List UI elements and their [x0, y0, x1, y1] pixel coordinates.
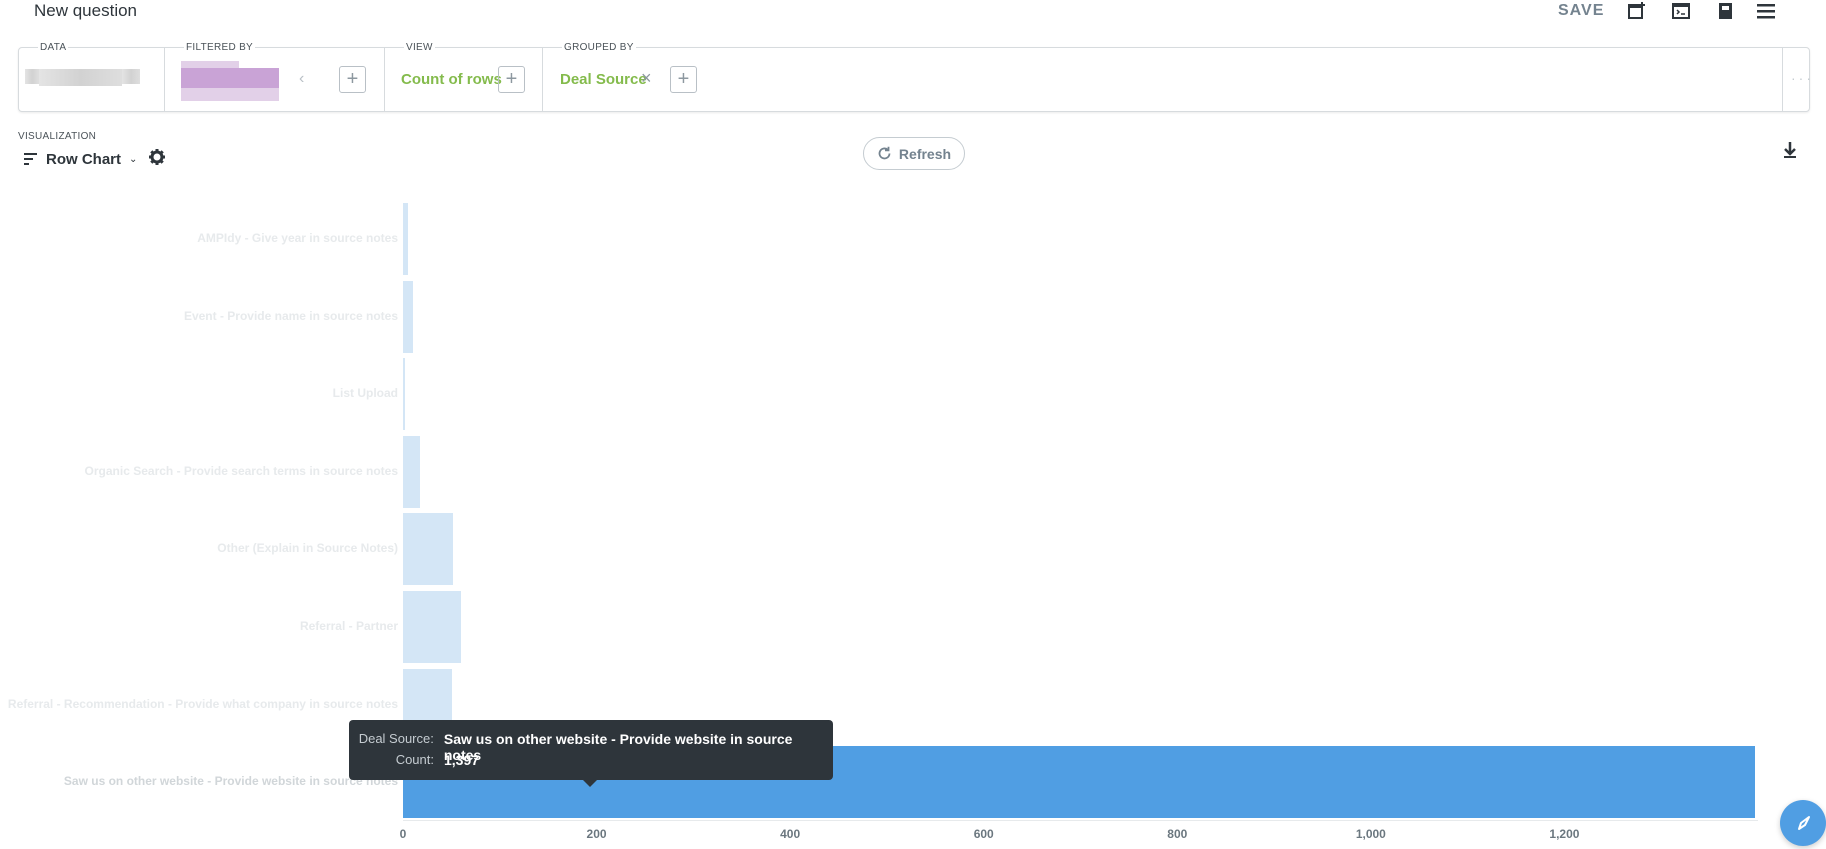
x-tick-label: 1,200 — [1549, 827, 1580, 841]
group-by-section-label: GROUPED BY — [562, 42, 636, 53]
x-tick-label: 400 — [780, 827, 801, 841]
category-label: Referral - Recommendation - Provide what… — [7, 696, 398, 711]
chart-bar[interactable] — [403, 203, 408, 275]
redacted-filter-pill[interactable] — [181, 68, 279, 88]
header: New question SAVE — [0, 0, 1826, 24]
tooltip-count-key: Count: — [395, 752, 434, 767]
category-label: Organic Search - Provide search terms in… — [84, 463, 398, 478]
page-title: New question — [34, 1, 138, 20]
filter-section-label: FILTERED BY — [184, 42, 256, 53]
query-builder-bar: DATA FILTERED BY ‹ + VIEW Count of rows … — [18, 42, 1811, 112]
chart-bar[interactable] — [403, 280, 413, 353]
plus-icon: + — [677, 68, 690, 90]
chart-bar[interactable] — [403, 513, 454, 586]
row-chart-icon — [24, 153, 37, 165]
x-axis-line — [403, 820, 1758, 821]
add-filter-button[interactable]: + — [339, 66, 366, 93]
chevron-down-icon: ⌄ — [129, 153, 138, 165]
plus-icon: + — [346, 68, 359, 90]
view-section-label: VIEW — [404, 42, 435, 53]
view-metric[interactable]: Count of rows — [401, 71, 502, 88]
redacted-data-source — [39, 69, 122, 86]
save-button[interactable]: SAVE — [1558, 2, 1604, 20]
category-label: AMPIdy - Give year in source notes — [197, 231, 398, 245]
tooltip-count-value: 1,397 — [444, 752, 480, 768]
add-group-button[interactable]: + — [670, 66, 697, 93]
chevron-left-icon[interactable]: ‹ — [299, 70, 304, 88]
group-by-field[interactable]: Deal Source — [560, 71, 647, 88]
explore-button[interactable] — [1780, 800, 1826, 846]
filter-section[interactable]: FILTERED BY ‹ + — [165, 42, 385, 111]
data-section[interactable]: DATA — [19, 42, 165, 111]
redacted-filter-top — [181, 61, 239, 68]
redacted-data-icon — [25, 69, 39, 84]
chart-bar[interactable] — [403, 591, 462, 663]
download-icon[interactable] — [1783, 142, 1797, 163]
x-tick-label: 0 — [399, 827, 407, 841]
refresh-label: Refresh — [898, 145, 952, 162]
x-tick-label: 800 — [1167, 827, 1188, 841]
x-tick-label: 200 — [586, 827, 607, 841]
refresh-icon — [878, 146, 891, 160]
redacted-data-source-tail — [122, 69, 140, 84]
visualization-label: VISUALIZATION — [18, 131, 97, 142]
visualization-type-picker[interactable]: Row Chart ⌄ — [24, 148, 166, 170]
visualization-type-label: Row Chart — [46, 150, 121, 168]
chart-tooltip: Deal Source: Saw us on other website - P… — [349, 720, 833, 780]
ellipsis-icon[interactable]: ··· — [1791, 70, 1814, 86]
redacted-filter-bottom — [181, 88, 279, 101]
chart-bar[interactable] — [403, 358, 405, 431]
category-label: Other (Explain in Source Notes) — [217, 541, 398, 556]
view-section[interactable]: VIEW Count of rows + — [385, 42, 543, 111]
plus-icon: + — [505, 68, 518, 90]
refresh-button[interactable]: Refresh — [863, 137, 965, 170]
remove-group-icon[interactable]: × — [641, 68, 652, 89]
category-label: List Upload — [332, 386, 398, 401]
x-tick-label: 1,000 — [1355, 827, 1386, 841]
tooltip-arrow — [582, 779, 598, 787]
add-metric-button[interactable]: + — [498, 66, 525, 93]
row-chart: AMPIdy - Give year in source notes Event … — [0, 190, 1826, 849]
gear-icon[interactable] — [149, 148, 166, 170]
sql-icon[interactable] — [1670, 0, 1692, 22]
menu-icon[interactable] — [1755, 0, 1777, 22]
group-by-section[interactable]: GROUPED BY Deal Source × + — [543, 42, 1783, 111]
x-tick-label: 600 — [973, 827, 994, 841]
compass-icon — [1798, 816, 1810, 830]
category-label: Event - Provide name in source notes — [183, 308, 398, 323]
data-section-label: DATA — [38, 42, 69, 53]
category-label: Referral - Partner — [299, 619, 398, 633]
tooltip-count-row: Count: 1,397 — [349, 752, 833, 768]
chart-bar[interactable] — [403, 435, 421, 508]
notebook-icon[interactable] — [1714, 0, 1736, 22]
add-to-dashboard-icon[interactable] — [1626, 0, 1648, 22]
category-label: Saw us on other website - Provide websit… — [63, 774, 398, 789]
